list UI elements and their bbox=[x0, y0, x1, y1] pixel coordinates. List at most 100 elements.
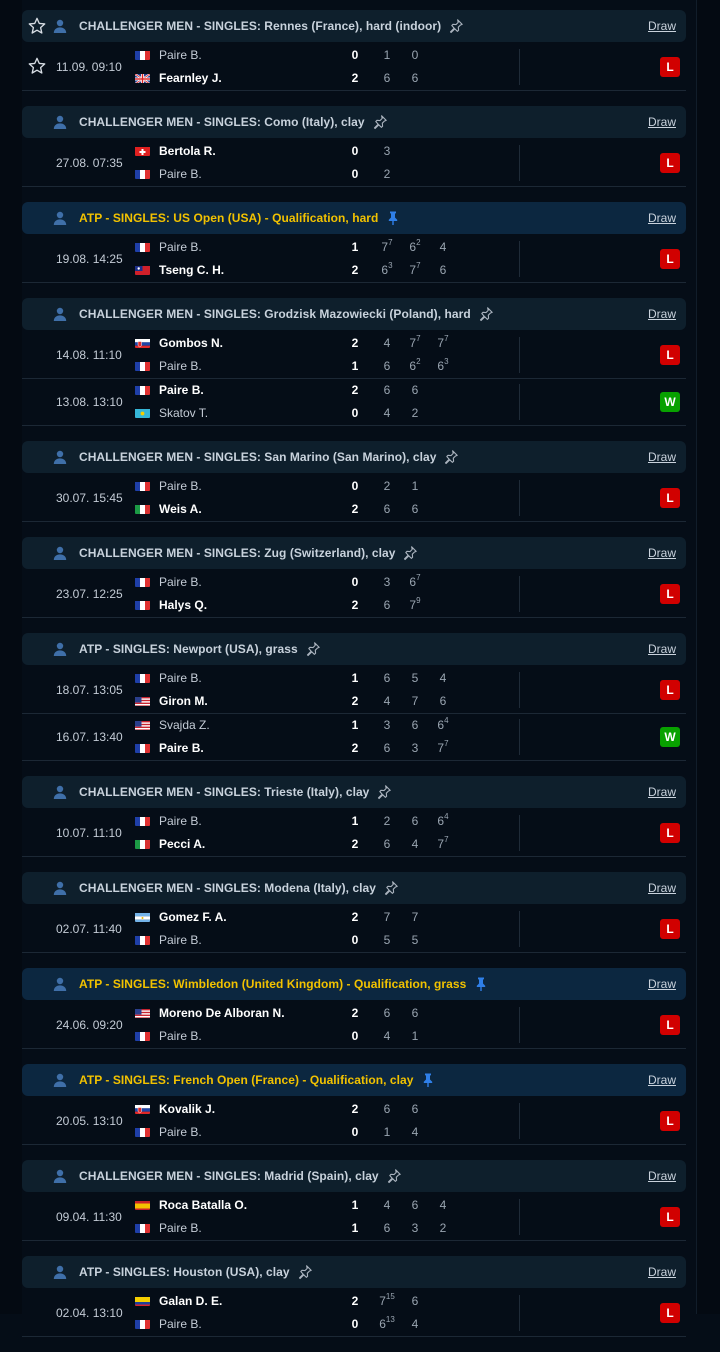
pin-icon[interactable] bbox=[376, 784, 392, 800]
result-badge: W bbox=[660, 392, 680, 412]
tournament-title[interactable]: CHALLENGER MEN - SINGLES: Trieste (Italy… bbox=[79, 785, 369, 799]
tournament-title[interactable]: CHALLENGER MEN - SINGLES: Rennes (France… bbox=[79, 19, 441, 33]
match-row[interactable]: 09.04. 11:30 Roca Batalla O. 1 4 6 4 Paire B. 1… bbox=[22, 1194, 686, 1241]
set-score: 4 bbox=[383, 336, 391, 350]
user-icon bbox=[52, 210, 68, 226]
right-scroll-rail[interactable] bbox=[696, 0, 720, 1314]
user-icon bbox=[52, 1168, 68, 1184]
tournament-title[interactable]: ATP - SINGLES: Houston (USA), clay bbox=[79, 1265, 290, 1279]
match-row[interactable]: 18.07. 13:05 Paire B. 1 6 5 4 Giron M. 2 4 7 6 L bbox=[22, 667, 686, 714]
draw-link[interactable]: Draw bbox=[648, 307, 676, 321]
pin-icon[interactable] bbox=[386, 1168, 402, 1184]
column-divider bbox=[519, 911, 520, 947]
match-row[interactable]: 14.08. 11:10 Gombos N. 2 4 77 77 Paire B. 1 6 62 6… bbox=[22, 332, 686, 379]
draw-link[interactable]: Draw bbox=[648, 19, 676, 33]
set-score: 1 bbox=[411, 479, 419, 493]
flag-fr-icon bbox=[135, 50, 150, 60]
flag-us-icon bbox=[135, 720, 150, 730]
match-row[interactable]: 19.08. 14:25 Paire B. 1 77 62 4 Tseng C. H. 2 63… bbox=[22, 236, 686, 283]
match-row[interactable]: 13.08. 13:10 Paire B. 2 6 6 Skatov T. 0 4 2 W bbox=[22, 379, 686, 426]
tournament-title[interactable]: CHALLENGER MEN - SINGLES: San Marino (Sa… bbox=[79, 450, 436, 464]
set-score: 7 bbox=[383, 910, 391, 924]
match-row[interactable]: 20.05. 13:10 Kovalik J. 2 6 6 Paire B. 0 1 4 L bbox=[22, 1098, 686, 1145]
tournament-title[interactable]: CHALLENGER MEN - SINGLES: Como (Italy), … bbox=[79, 115, 365, 129]
pin-icon[interactable] bbox=[383, 880, 399, 896]
player-name: Paire B. bbox=[159, 1317, 202, 1331]
user-icon bbox=[52, 114, 68, 130]
player-row: Roca Batalla O. 1 4 6 4 bbox=[22, 1194, 622, 1217]
result-badge: L bbox=[660, 1111, 680, 1131]
tournament-title[interactable]: CHALLENGER MEN - SINGLES: Madrid (Spain)… bbox=[79, 1169, 379, 1183]
draw-link[interactable]: Draw bbox=[648, 881, 676, 895]
draw-link[interactable]: Draw bbox=[648, 642, 676, 656]
draw-link[interactable]: Draw bbox=[648, 1073, 676, 1087]
tiebreak-score: 3 bbox=[388, 261, 393, 270]
pin-icon[interactable] bbox=[402, 545, 418, 561]
pin-icon[interactable] bbox=[478, 306, 494, 322]
draw-link[interactable]: Draw bbox=[648, 450, 676, 464]
tiebreak-score: 7 bbox=[444, 334, 449, 343]
pin-filled-icon[interactable] bbox=[473, 976, 489, 992]
column-divider bbox=[519, 719, 520, 755]
draw-link[interactable]: Draw bbox=[648, 546, 676, 560]
tournament-title[interactable]: ATP - SINGLES: US Open (USA) - Qualifica… bbox=[79, 211, 378, 225]
pin-icon[interactable] bbox=[297, 1264, 313, 1280]
player-name: Paire B. bbox=[159, 671, 202, 685]
draw-link[interactable]: Draw bbox=[648, 211, 676, 225]
pin-icon[interactable] bbox=[305, 641, 321, 657]
tournament-title[interactable]: CHALLENGER MEN - SINGLES: Modena (Italy)… bbox=[79, 881, 376, 895]
tournament-title[interactable]: ATP - SINGLES: French Open (France) - Qu… bbox=[79, 1073, 413, 1087]
match-row[interactable]: 30.07. 15:45 Paire B. 0 2 1 Weis A. 2 6 6 L bbox=[22, 475, 686, 522]
result-badge: L bbox=[660, 345, 680, 365]
set-score: 67 bbox=[409, 573, 421, 590]
column-divider bbox=[519, 672, 520, 708]
pin-icon[interactable] bbox=[372, 114, 388, 130]
draw-link[interactable]: Draw bbox=[648, 115, 676, 129]
pin-filled-icon[interactable] bbox=[420, 1072, 436, 1088]
set-score: 77 bbox=[437, 739, 449, 756]
match-row[interactable]: 02.07. 11:40 Gomez F. A. 2 7 7 Paire B. 0 5 5 L bbox=[22, 906, 686, 953]
set-score: 1 bbox=[411, 1029, 419, 1043]
sets-won: 0 bbox=[351, 1317, 359, 1331]
flag-fr-icon bbox=[135, 1031, 150, 1041]
tournament-header: CHALLENGER MEN - SINGLES: Zug (Switzerla… bbox=[22, 537, 686, 569]
draw-link[interactable]: Draw bbox=[648, 1265, 676, 1279]
player-name: Paire B. bbox=[159, 741, 204, 755]
draw-link[interactable]: Draw bbox=[648, 977, 676, 991]
set-score: 77 bbox=[437, 334, 449, 351]
player-name: Svajda Z. bbox=[159, 718, 210, 732]
player-row: Halys Q. 2 6 79 bbox=[22, 594, 622, 617]
sets-won: 0 bbox=[351, 575, 359, 589]
set-score: 6 bbox=[383, 598, 391, 612]
set-score: 2 bbox=[411, 406, 419, 420]
player-row: Paire B. 0 613 4 bbox=[22, 1313, 622, 1336]
player-row: Tseng C. H. 2 63 77 6 bbox=[22, 259, 622, 282]
column-divider bbox=[519, 1007, 520, 1043]
match-row[interactable]: 24.06. 09:20 Moreno De Alboran N. 2 6 6 Paire… bbox=[22, 1002, 686, 1049]
tiebreak-score: 13 bbox=[385, 1315, 395, 1324]
player-name: Paire B. bbox=[159, 167, 202, 181]
tournament-title[interactable]: ATP - SINGLES: Newport (USA), grass bbox=[79, 642, 298, 656]
match-row[interactable]: 16.07. 13:40 Svajda Z. 1 3 6 64 Paire B. 2 6 3 77 W bbox=[22, 714, 686, 761]
match-row[interactable]: 27.08. 07:35 Bertola R. 0 3 Paire B. 0 2 L bbox=[22, 140, 686, 187]
flag-ch-icon bbox=[135, 146, 150, 156]
tournament-title[interactable]: ATP - SINGLES: Wimbledon (United Kingdom… bbox=[79, 977, 466, 991]
match-row[interactable]: 11.09. 09:10 Paire B. 0 1 0 Fearnley J. 2 6 6 L bbox=[22, 44, 686, 91]
draw-link[interactable]: Draw bbox=[648, 1169, 676, 1183]
draw-link[interactable]: Draw bbox=[648, 785, 676, 799]
favorite-star-icon[interactable] bbox=[27, 16, 47, 36]
pin-filled-icon[interactable] bbox=[385, 210, 401, 226]
match-row[interactable]: 23.07. 12:25 Paire B. 0 3 67 Halys Q. 2 6 79 L bbox=[22, 571, 686, 618]
pin-icon[interactable] bbox=[443, 449, 459, 465]
player-name: Paire B. bbox=[159, 1029, 202, 1043]
pin-icon[interactable] bbox=[448, 18, 464, 34]
match-row[interactable]: 10.07. 11:10 Paire B. 1 2 6 64 Pecci A. 2 6 4 77 L bbox=[22, 810, 686, 857]
tournament-title[interactable]: CHALLENGER MEN - SINGLES: Zug (Switzerla… bbox=[79, 546, 395, 560]
flag-fr-icon bbox=[135, 169, 150, 179]
tournament-title[interactable]: CHALLENGER MEN - SINGLES: Grodzisk Mazow… bbox=[79, 307, 471, 321]
tournament-header: ATP - SINGLES: French Open (France) - Qu… bbox=[22, 1064, 686, 1096]
